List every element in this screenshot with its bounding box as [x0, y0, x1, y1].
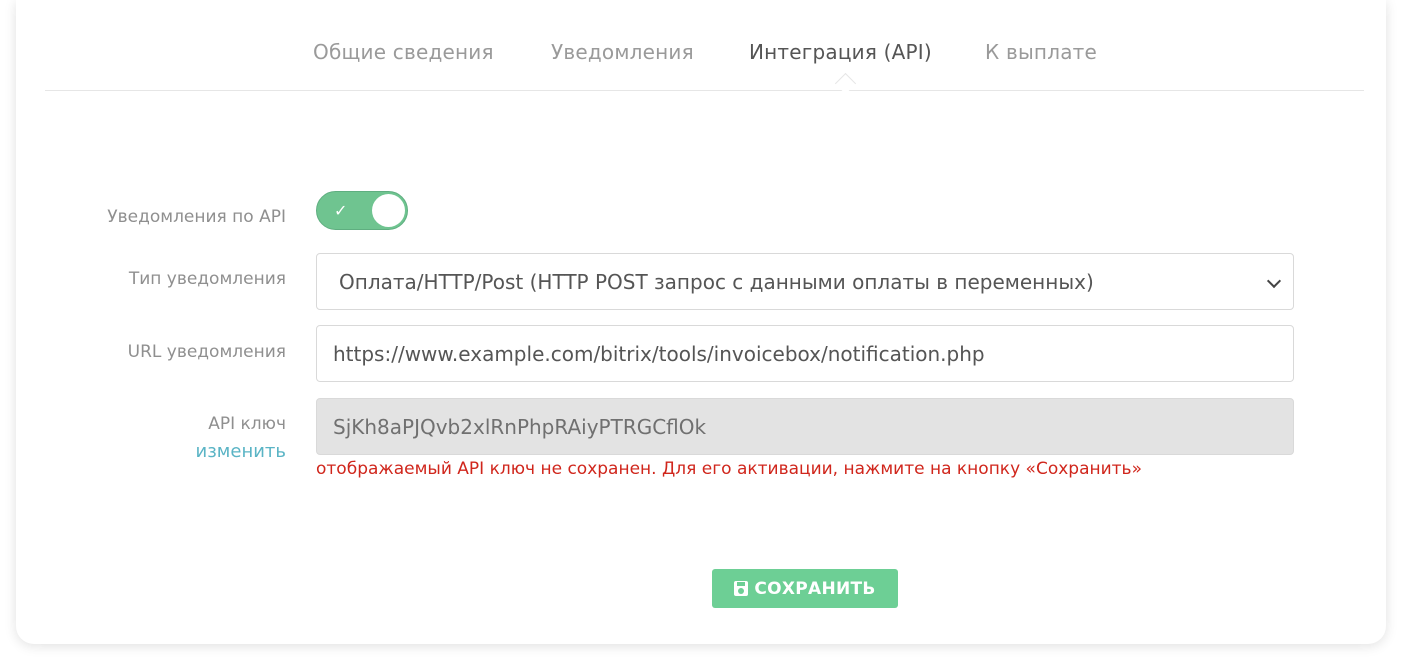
api-key-value: SjKh8aPJQvb2xlRnPhpRAiyPTRGCflOk — [333, 414, 707, 439]
api-key-label: API ключ — [208, 414, 286, 434]
save-button-label: СОХРАНИТЬ — [754, 578, 876, 599]
api-notifications-toggle[interactable]: ✓ — [316, 191, 408, 230]
check-icon: ✓ — [334, 201, 348, 220]
api-notifications-label: Уведомления по API — [107, 207, 286, 227]
chevron-down-icon — [1266, 273, 1282, 289]
change-api-key-link[interactable]: изменить — [196, 441, 286, 462]
notification-type-label: Тип уведомления — [128, 269, 286, 289]
tab-bar: Общие сведения Уведомления Интеграция (A… — [45, 0, 1364, 95]
notification-type-select[interactable]: Оплата/HTTP/Post (HTTP POST запрос с дан… — [316, 253, 1294, 310]
tab-integration-api[interactable]: Интеграция (API) — [749, 40, 932, 64]
api-key-field: SjKh8aPJQvb2xlRnPhpRAiyPTRGCflOk — [316, 398, 1294, 455]
tab-notifications[interactable]: Уведомления — [551, 40, 694, 64]
notification-type-value: Оплата/HTTP/Post (HTTP POST запрос с дан… — [339, 269, 1094, 294]
tab-payout[interactable]: К выплате — [985, 40, 1097, 64]
save-button[interactable]: СОХРАНИТЬ — [712, 569, 898, 608]
notification-url-label: URL уведомления — [127, 342, 286, 362]
settings-card: Общие сведения Уведомления Интеграция (A… — [16, 0, 1386, 644]
toggle-knob — [372, 194, 405, 227]
tab-general-info[interactable]: Общие сведения — [313, 40, 494, 64]
active-tab-pointer — [834, 72, 857, 95]
notification-url-value: https://www.example.com/bitrix/tools/inv… — [333, 341, 985, 366]
api-key-warning: отображаемый API ключ не сохранен. Для е… — [316, 459, 1142, 479]
notification-url-input[interactable]: https://www.example.com/bitrix/tools/inv… — [316, 325, 1294, 382]
floppy-disk-icon — [734, 581, 749, 596]
